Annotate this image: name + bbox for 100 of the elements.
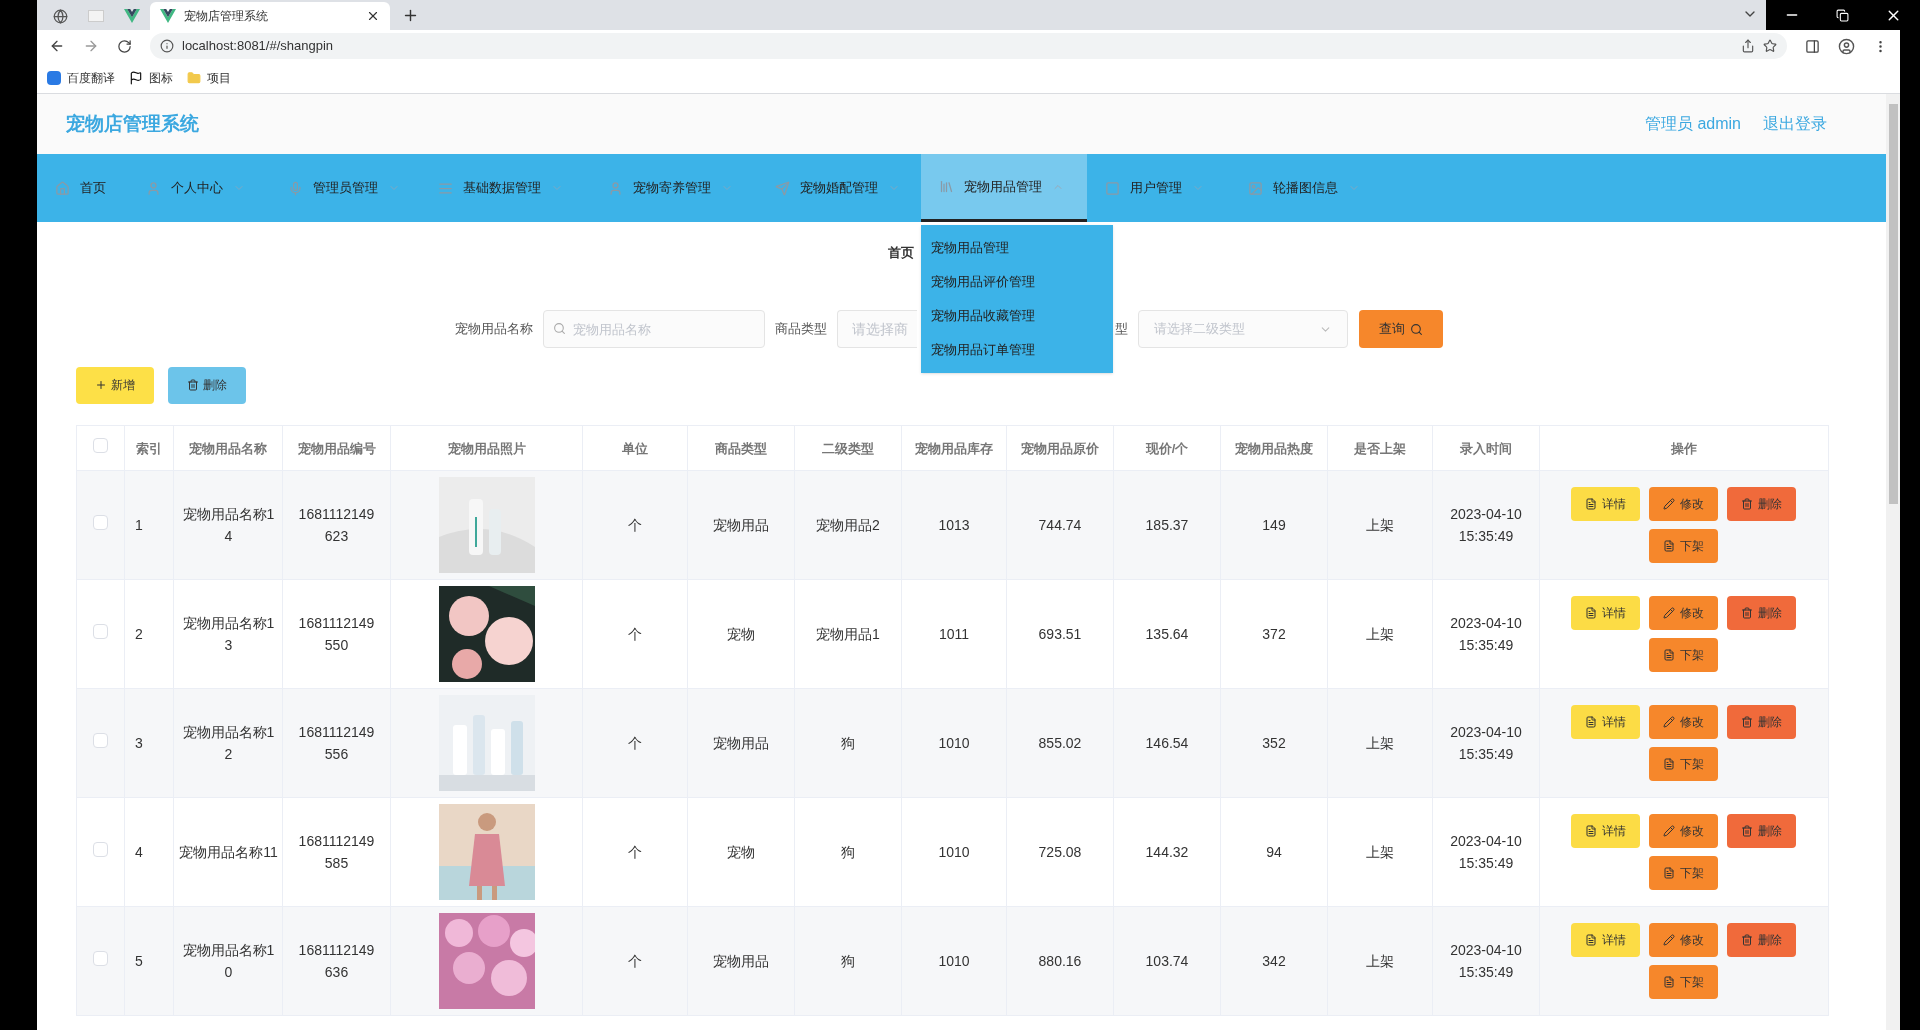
nav-item[interactable]: 宠物寄养管理 <box>590 154 757 222</box>
search-icon <box>1410 322 1423 336</box>
nav-item[interactable]: 宠物婚配管理 <box>757 154 921 222</box>
bookmark[interactable]: 百度翻译 <box>47 68 115 87</box>
detail-button[interactable]: 详情 <box>1571 705 1640 739</box>
delete-button[interactable]: 删除 <box>1727 596 1796 630</box>
nav-item[interactable]: 宠物用品管理 <box>921 154 1087 222</box>
submenu-item[interactable]: 宠物用品订单管理 <box>921 333 1113 367</box>
current-price-cell: 135.64 <box>1145 626 1189 642</box>
profile-icon[interactable] <box>1838 37 1855 55</box>
name-cell-text: 宠物用品名称11 <box>179 843 278 862</box>
unit-cell: 个 <box>628 953 642 969</box>
submenu-item[interactable]: 宠物用品管理 <box>921 231 1113 265</box>
heat-cell: 149 <box>1262 517 1286 533</box>
unlist-button[interactable]: 下架 <box>1649 856 1718 890</box>
nav-item[interactable]: 首页 <box>37 154 128 222</box>
current-price-cell: 144.32 <box>1145 844 1189 860</box>
add-button[interactable]: 新增 <box>76 366 154 404</box>
field-label: 商品类型 <box>775 320 827 339</box>
button-icon <box>1663 540 1675 552</box>
browser-tab[interactable]: 宠物店管理系统 <box>150 2 390 30</box>
nav-icon <box>438 180 453 196</box>
back-icon[interactable] <box>49 38 65 54</box>
nav-item[interactable]: 个人中心 <box>128 154 270 222</box>
delete-button[interactable]: 删除 <box>168 366 246 404</box>
unlist-button[interactable]: 下架 <box>1649 965 1718 999</box>
checkbox[interactable] <box>93 623 108 639</box>
column-header: 索引 <box>136 440 162 456</box>
status-cell: 上架 <box>1366 517 1394 533</box>
bookmark[interactable]: 项目 <box>187 68 231 87</box>
checkbox[interactable] <box>93 841 108 857</box>
scrollbar[interactable] <box>1886 94 1900 1030</box>
subtype-cell: 宠物用品1 <box>816 626 880 642</box>
button-icon <box>1663 758 1675 770</box>
edit-button[interactable]: 修改 <box>1649 705 1718 739</box>
field-label: 型 <box>1115 320 1128 339</box>
restore-icon[interactable] <box>1836 8 1849 22</box>
index-cell: 1 <box>135 517 143 533</box>
detail-button[interactable]: 详情 <box>1571 923 1640 957</box>
submenu-item[interactable]: 宠物用品评价管理 <box>921 265 1113 299</box>
button-icon <box>1663 867 1675 879</box>
forward-icon[interactable] <box>83 38 99 54</box>
stock-cell: 1010 <box>938 844 970 860</box>
close-icon[interactable] <box>366 9 380 23</box>
checkbox[interactable] <box>93 437 108 453</box>
checkbox[interactable] <box>93 950 108 966</box>
current-price-cell: 185.37 <box>1145 517 1189 533</box>
delete-button[interactable]: 删除 <box>1727 487 1796 521</box>
edit-button[interactable]: 修改 <box>1649 814 1718 848</box>
unit-cell: 个 <box>628 517 642 533</box>
search-icon <box>553 322 566 335</box>
checkbox[interactable] <box>93 514 108 530</box>
name-cell-text: 宠物用品名称14 <box>181 505 276 546</box>
nav-item[interactable]: 基础数据管理 <box>420 154 590 222</box>
nav-item[interactable]: 用户管理 <box>1087 154 1230 222</box>
nav-icon <box>775 180 790 196</box>
folder-icon <box>187 70 201 85</box>
unit-cell: 个 <box>628 626 642 642</box>
submenu-item[interactable]: 宠物用品收藏管理 <box>921 299 1113 333</box>
date-cell-text: 2023-04-10 15:35:49 <box>1449 614 1523 655</box>
nav-icon <box>146 180 161 196</box>
address-bar[interactable]: localhost:8081/#/shangpin <box>150 33 1787 59</box>
unlist-button[interactable]: 下架 <box>1649 638 1718 672</box>
edit-button[interactable]: 修改 <box>1649 923 1718 957</box>
info-icon <box>160 39 174 53</box>
button-icon <box>1663 934 1675 946</box>
column-header: 宠物用品编号 <box>297 440 376 456</box>
checkbox[interactable] <box>93 732 108 748</box>
stock-cell: 1010 <box>938 953 970 969</box>
code-cell-text: 1681112149585 <box>297 832 376 873</box>
date-cell-text: 2023-04-10 15:35:49 <box>1449 832 1523 873</box>
reload-icon[interactable] <box>117 38 132 54</box>
subtype-cell: 宠物用品2 <box>816 517 880 533</box>
delete-button[interactable]: 删除 <box>1727 814 1796 848</box>
column-header: 二级类型 <box>822 440 874 456</box>
nav-item[interactable]: 管理员管理 <box>270 154 420 222</box>
edit-button[interactable]: 修改 <box>1649 596 1718 630</box>
detail-button[interactable]: 详情 <box>1571 487 1640 521</box>
price-cell: 880.16 <box>1038 953 1082 969</box>
nav-icon <box>608 180 623 196</box>
query-button[interactable]: 查询 <box>1359 310 1443 348</box>
unlist-button[interactable]: 下架 <box>1649 747 1718 781</box>
unlist-button[interactable]: 下架 <box>1649 529 1718 563</box>
edit-button[interactable]: 修改 <box>1649 487 1718 521</box>
detail-button[interactable]: 详情 <box>1571 596 1640 630</box>
bookmark[interactable]: 图标 <box>129 68 173 87</box>
side-panel-icon[interactable] <box>1805 38 1820 54</box>
nav-item[interactable]: 轮播图信息 <box>1230 154 1380 222</box>
delete-button[interactable]: 删除 <box>1727 705 1796 739</box>
share-icon[interactable] <box>1741 39 1755 53</box>
detail-button[interactable]: 详情 <box>1571 814 1640 848</box>
button-icon <box>1663 976 1675 988</box>
button-icon <box>1741 498 1753 510</box>
delete-button[interactable]: 删除 <box>1727 923 1796 957</box>
new-tab-icon[interactable] <box>402 7 419 24</box>
index-cell: 5 <box>135 953 143 969</box>
type-cell: 宠物 <box>727 626 755 642</box>
column-header: 宠物用品库存 <box>915 440 993 456</box>
star-icon[interactable] <box>1763 39 1777 53</box>
type-cell: 宠物用品 <box>713 735 769 751</box>
